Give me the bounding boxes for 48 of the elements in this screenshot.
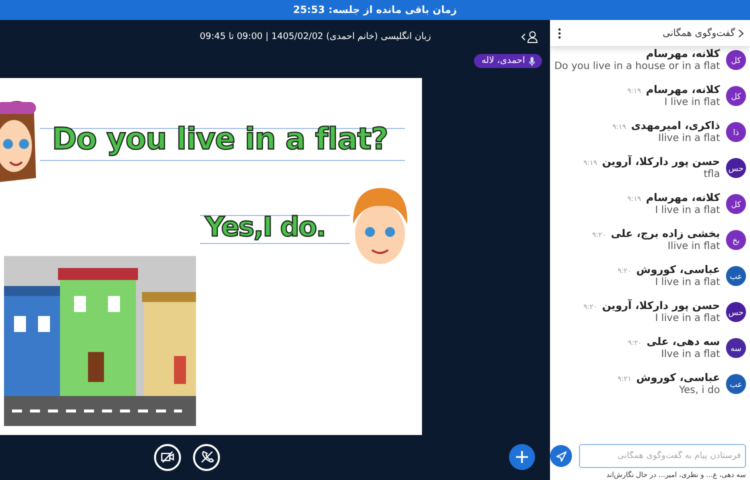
- avatar-initials: ذا: [726, 122, 746, 142]
- message-text: I live in flat: [664, 97, 720, 108]
- chat-title: گفت‌وگوی همگانی: [662, 28, 735, 38]
- avatar-initials: کل: [726, 194, 746, 214]
- user-icon[interactable]: [527, 31, 538, 43]
- message-text: Yes, i do: [679, 385, 720, 396]
- message-text: Do you live in a house or in a flat: [554, 61, 720, 72]
- avatar-initials: عب: [726, 266, 746, 286]
- camera-toggle-button[interactable]: [154, 444, 181, 470]
- sender-name: بخشی زاده برج، علی: [610, 228, 720, 240]
- slide-question: Do you live in a flat?: [52, 122, 388, 157]
- phone-off-icon: [198, 449, 214, 465]
- plus-icon: [516, 451, 528, 463]
- sender-name: کلانه، مهرسام: [646, 48, 720, 60]
- sender-name: کلانه، مهرسام: [646, 192, 720, 204]
- avatar-initials: بخ: [726, 230, 746, 250]
- slide-answer: Yes,I do.: [205, 212, 326, 243]
- message-text: Ilve in a flat: [661, 349, 720, 360]
- message-text: Ilive in flat: [668, 241, 720, 252]
- message-text: I live in a flat: [655, 313, 720, 324]
- session-timer-banner: زمان باقی مانده از جلسه: 25:53: [0, 0, 750, 20]
- speaker-badge: احمدی، لاله: [474, 54, 542, 68]
- chevron-icon[interactable]: [738, 28, 744, 38]
- sender-name: سه دهی، علی: [646, 336, 720, 348]
- message-text: I live in a flat: [655, 277, 720, 288]
- send-button[interactable]: [550, 445, 572, 467]
- avatar-initials: عب: [726, 374, 746, 394]
- camera-off-icon: [160, 449, 176, 465]
- session-title: زبان انگلیسی (خانم احمدی) 1405/02/02 | 09:00 تا 09:45: [200, 32, 431, 42]
- avatar-initials: حس: [726, 158, 746, 178]
- sender-name: ذاکری، امیرمهدی: [631, 120, 720, 132]
- avatar-initials: کل: [726, 50, 746, 70]
- sender-name: حسن پور دارکلا، آروین: [602, 156, 720, 168]
- avatar-initials: حس: [726, 302, 746, 322]
- message-text: I live in a flat: [655, 205, 720, 216]
- sender-name: حسن پور دارکلا، آروین: [602, 300, 720, 312]
- avatar-initials: سه: [726, 338, 746, 358]
- message-text: tfla: [704, 169, 720, 180]
- microphone-icon: [529, 56, 535, 66]
- sender-name: عباسی، کوروش: [636, 264, 720, 276]
- send-icon: [556, 450, 566, 462]
- avatar-initials: کل: [726, 86, 746, 106]
- add-button[interactable]: [509, 444, 535, 470]
- message-text: Ilive in a flat: [658, 133, 720, 144]
- more-icon[interactable]: [558, 28, 561, 38]
- sender-name: کلانه، مهرسام: [646, 84, 720, 96]
- hang-up-button[interactable]: [193, 444, 220, 470]
- sender-name: عباسی، کوروش: [636, 372, 720, 384]
